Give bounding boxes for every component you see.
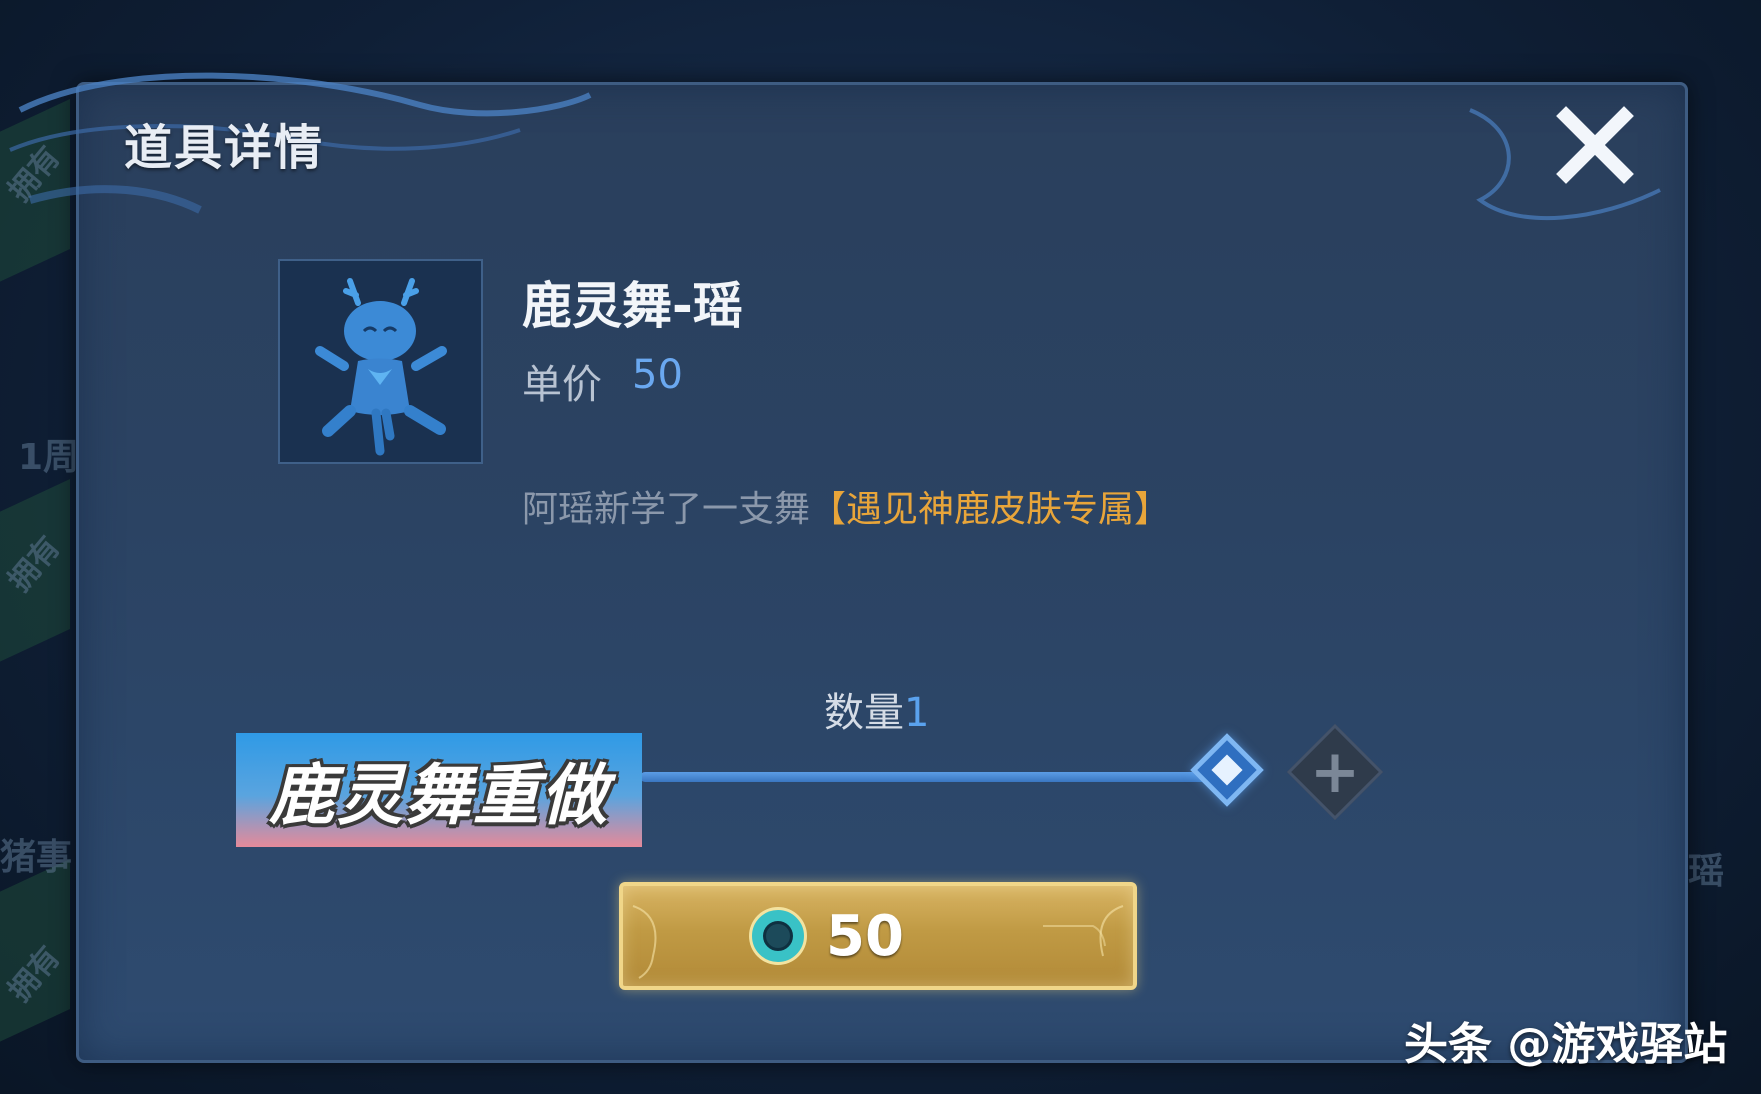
quantity-slider-track[interactable] <box>640 772 1230 782</box>
purchase-price: 50 <box>826 904 904 969</box>
quantity-label: 数量 <box>824 690 904 736</box>
bg-duration-label: 1周 <box>18 437 80 478</box>
bg-item-label: 猪事 <box>0 837 73 878</box>
watermark: 头条 @游戏驿站 <box>1404 1019 1728 1070</box>
unit-price-value: 50 <box>632 352 683 398</box>
item-name: 鹿灵舞-瑶 <box>522 277 743 335</box>
dialog-title: 道具详情 <box>124 120 325 176</box>
overlay-caption-text: 鹿灵舞重做 <box>269 757 609 834</box>
slider-thumb-center <box>1211 754 1243 786</box>
item-description: 阿瑶新学了一支舞【遇见神鹿皮肤专属】 <box>522 480 1170 532</box>
deer-dance-figure-icon <box>315 278 447 456</box>
quantity-value: 1 <box>904 690 930 736</box>
description-text: 阿瑶新学了一支舞 <box>522 489 811 530</box>
bg-item-label: 瑶 <box>1688 851 1725 892</box>
exclusive-tag: 【遇见神鹿皮肤专属】 <box>810 489 1171 530</box>
item-icon-frame <box>278 259 483 464</box>
close-button[interactable] <box>1550 100 1640 190</box>
overlay-caption-banner: 鹿灵舞重做 <box>236 733 642 847</box>
quantity-display: 数量1 <box>824 680 929 738</box>
plus-icon: + <box>1309 737 1361 807</box>
close-icon <box>1556 106 1634 184</box>
coupon-ring-icon <box>752 910 804 962</box>
unit-price-label: 单价 <box>522 362 602 408</box>
